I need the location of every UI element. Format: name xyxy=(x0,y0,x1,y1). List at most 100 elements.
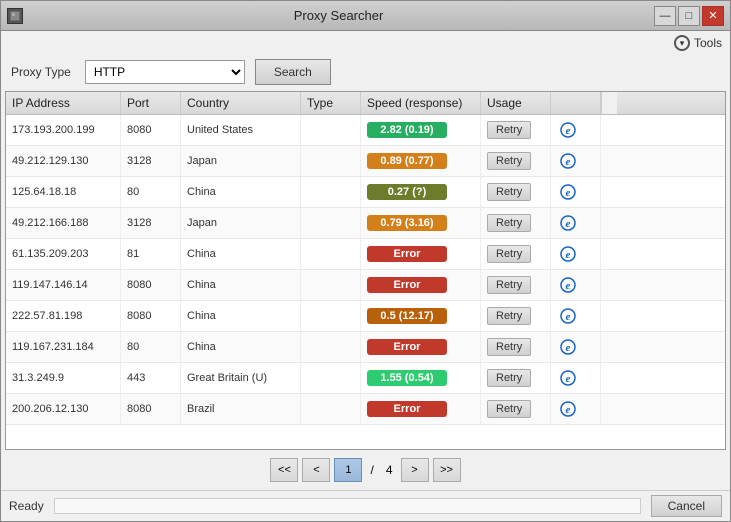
cell-retry: Retry xyxy=(481,177,551,207)
cell-country: China xyxy=(181,177,301,207)
retry-button[interactable]: Retry xyxy=(487,400,531,418)
retry-button[interactable]: Retry xyxy=(487,369,531,387)
ie-icon[interactable]: e xyxy=(557,243,579,265)
cell-country: Japan xyxy=(181,146,301,176)
cell-country: China xyxy=(181,270,301,300)
retry-button[interactable]: Retry xyxy=(487,183,531,201)
cell-ip: 200.206.12.130 xyxy=(6,394,121,424)
retry-button[interactable]: Retry xyxy=(487,307,531,325)
cell-speed: 2.82 (0.19) xyxy=(361,115,481,145)
total-pages: 4 xyxy=(382,463,397,477)
cancel-button[interactable]: Cancel xyxy=(651,495,722,517)
ie-icon[interactable]: e xyxy=(557,181,579,203)
table-header: IP Address Port Country Type Speed (resp… xyxy=(6,92,725,115)
retry-button[interactable]: Retry xyxy=(487,214,531,232)
table-row: 31.3.249.9 443 Great Britain (U) 1.55 (0… xyxy=(6,363,725,394)
cell-ip: 173.193.200.199 xyxy=(6,115,121,145)
table-row: 173.193.200.199 8080 United States 2.82 … xyxy=(6,115,725,146)
cell-speed: Error xyxy=(361,332,481,362)
ie-icon[interactable]: e xyxy=(557,274,579,296)
cell-speed: 0.27 (?) xyxy=(361,177,481,207)
minimize-button[interactable]: — xyxy=(654,6,676,26)
tools-button[interactable]: ▾ Tools xyxy=(674,35,722,51)
table-row: 222.57.81.198 8080 China 0.5 (12.17) Ret… xyxy=(6,301,725,332)
cell-ie: e xyxy=(551,239,601,269)
status-text: Ready xyxy=(9,499,44,513)
current-page-button[interactable]: 1 xyxy=(334,458,362,482)
svg-text:e: e xyxy=(566,156,571,168)
last-page-button[interactable]: >> xyxy=(433,458,461,482)
cell-ie: e xyxy=(551,394,601,424)
speed-badge: 0.89 (0.77) xyxy=(367,153,447,169)
window-icon xyxy=(7,8,23,24)
cell-type xyxy=(301,394,361,424)
cell-type xyxy=(301,270,361,300)
next-page-button[interactable]: > xyxy=(401,458,429,482)
retry-button[interactable]: Retry xyxy=(487,245,531,263)
cell-ip: 49.212.166.188 xyxy=(6,208,121,238)
retry-button[interactable]: Retry xyxy=(487,276,531,294)
retry-button[interactable]: Retry xyxy=(487,338,531,356)
cell-port: 81 xyxy=(121,239,181,269)
cell-speed: 0.5 (12.17) xyxy=(361,301,481,331)
cell-port: 80 xyxy=(121,332,181,362)
cell-ip: 49.212.129.130 xyxy=(6,146,121,176)
table-row: 119.167.231.184 80 China Error Retry e xyxy=(6,332,725,363)
header-country: Country xyxy=(181,92,301,114)
maximize-button[interactable]: □ xyxy=(678,6,700,26)
table-body: 173.193.200.199 8080 United States 2.82 … xyxy=(6,115,725,449)
cell-retry: Retry xyxy=(481,270,551,300)
speed-badge: 0.27 (?) xyxy=(367,184,447,200)
ie-icon[interactable]: e xyxy=(557,150,579,172)
cell-ie: e xyxy=(551,177,601,207)
cell-type xyxy=(301,208,361,238)
progress-bar xyxy=(54,498,641,514)
ie-icon[interactable]: e xyxy=(557,305,579,327)
svg-text:e: e xyxy=(566,125,571,137)
cell-speed: 0.89 (0.77) xyxy=(361,146,481,176)
scrollbar-header xyxy=(601,92,617,114)
ie-icon[interactable]: e xyxy=(557,398,579,420)
header-type: Type xyxy=(301,92,361,114)
table-row: 61.135.209.203 81 China Error Retry e xyxy=(6,239,725,270)
header-empty xyxy=(551,92,601,114)
speed-badge: Error xyxy=(367,401,447,417)
cell-speed: Error xyxy=(361,270,481,300)
search-button[interactable]: Search xyxy=(255,59,331,85)
cell-retry: Retry xyxy=(481,115,551,145)
svg-text:e: e xyxy=(566,342,571,354)
close-button[interactable]: ✕ xyxy=(702,6,724,26)
cell-country: United States xyxy=(181,115,301,145)
status-bar: Ready Cancel xyxy=(1,490,730,521)
cell-retry: Retry xyxy=(481,301,551,331)
ie-icon[interactable]: e xyxy=(557,367,579,389)
toolbar: ▾ Tools xyxy=(1,31,730,53)
svg-text:e: e xyxy=(566,249,571,261)
ie-icon[interactable]: e xyxy=(557,336,579,358)
first-page-button[interactable]: << xyxy=(270,458,298,482)
prev-page-button[interactable]: < xyxy=(302,458,330,482)
retry-button[interactable]: Retry xyxy=(487,121,531,139)
table-row: 49.212.166.188 3128 Japan 0.79 (3.16) Re… xyxy=(6,208,725,239)
cell-ie: e xyxy=(551,115,601,145)
table-row: 125.64.18.18 80 China 0.27 (?) Retry e xyxy=(6,177,725,208)
cell-retry: Retry xyxy=(481,363,551,393)
cell-country: Great Britain (U) xyxy=(181,363,301,393)
cell-ie: e xyxy=(551,301,601,331)
proxy-type-select[interactable]: HTTP xyxy=(85,60,245,84)
svg-text:e: e xyxy=(566,311,571,323)
cell-type xyxy=(301,115,361,145)
header-usage: Usage xyxy=(481,92,551,114)
ie-icon[interactable]: e xyxy=(557,212,579,234)
cell-country: China xyxy=(181,301,301,331)
cell-port: 3128 xyxy=(121,146,181,176)
cell-retry: Retry xyxy=(481,146,551,176)
speed-badge: Error xyxy=(367,277,447,293)
cell-retry: Retry xyxy=(481,394,551,424)
cell-type xyxy=(301,146,361,176)
ie-icon[interactable]: e xyxy=(557,119,579,141)
cell-country: China xyxy=(181,239,301,269)
cell-retry: Retry xyxy=(481,208,551,238)
retry-button[interactable]: Retry xyxy=(487,152,531,170)
cell-ie: e xyxy=(551,208,601,238)
